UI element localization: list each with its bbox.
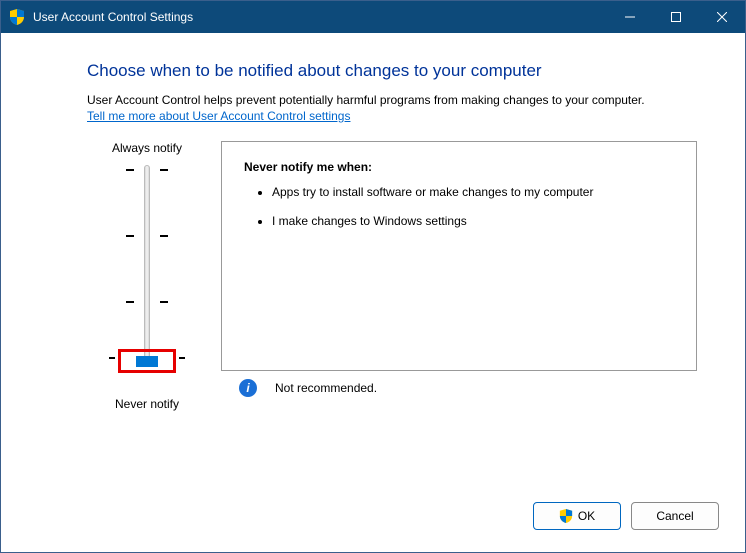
content-area: Choose when to be notified about changes… bbox=[1, 33, 745, 492]
window-title: User Account Control Settings bbox=[33, 10, 607, 24]
titlebar: User Account Control Settings bbox=[1, 1, 745, 33]
description-column: Never notify me when: Apps try to instal… bbox=[221, 141, 697, 411]
slider-tick bbox=[160, 235, 168, 237]
notification-slider[interactable] bbox=[117, 163, 177, 383]
slider-thumb-highlight bbox=[118, 349, 176, 373]
slider-tick bbox=[160, 169, 168, 171]
slider-thumb[interactable] bbox=[136, 356, 158, 367]
slider-track bbox=[144, 165, 150, 365]
close-button[interactable] bbox=[699, 1, 745, 33]
ok-button-label: OK bbox=[578, 509, 595, 523]
footer: OK Cancel bbox=[1, 492, 745, 552]
shield-icon bbox=[9, 9, 25, 25]
slider-tick bbox=[109, 357, 115, 359]
info-icon: i bbox=[239, 379, 257, 397]
list-item: I make changes to Windows settings bbox=[272, 213, 674, 230]
ok-button[interactable]: OK bbox=[533, 502, 621, 530]
slider-top-label: Always notify bbox=[112, 141, 182, 155]
slider-bottom-label: Never notify bbox=[115, 397, 179, 411]
slider-tick bbox=[126, 169, 134, 171]
recommendation-text: Not recommended. bbox=[275, 381, 377, 395]
slider-tick bbox=[126, 301, 134, 303]
description-title: Never notify me when: bbox=[244, 160, 674, 174]
main-area: Always notify Never notify Never notify bbox=[87, 141, 697, 411]
window-controls bbox=[607, 1, 745, 33]
description-list: Apps try to install software or make cha… bbox=[244, 184, 674, 230]
page-heading: Choose when to be notified about changes… bbox=[87, 61, 697, 81]
minimize-button[interactable] bbox=[607, 1, 653, 33]
cancel-button-label: Cancel bbox=[656, 509, 693, 523]
slider-tick bbox=[179, 357, 185, 359]
shield-icon bbox=[559, 509, 573, 523]
slider-tick bbox=[160, 301, 168, 303]
slider-tick bbox=[126, 235, 134, 237]
recommendation-row: i Not recommended. bbox=[221, 379, 697, 397]
cancel-button[interactable]: Cancel bbox=[631, 502, 719, 530]
list-item: Apps try to install software or make cha… bbox=[272, 184, 674, 201]
maximize-button[interactable] bbox=[653, 1, 699, 33]
page-subtext: User Account Control helps prevent poten… bbox=[87, 93, 697, 107]
description-box: Never notify me when: Apps try to instal… bbox=[221, 141, 697, 371]
learn-more-link[interactable]: Tell me more about User Account Control … bbox=[87, 109, 350, 123]
slider-column: Always notify Never notify bbox=[87, 141, 207, 411]
